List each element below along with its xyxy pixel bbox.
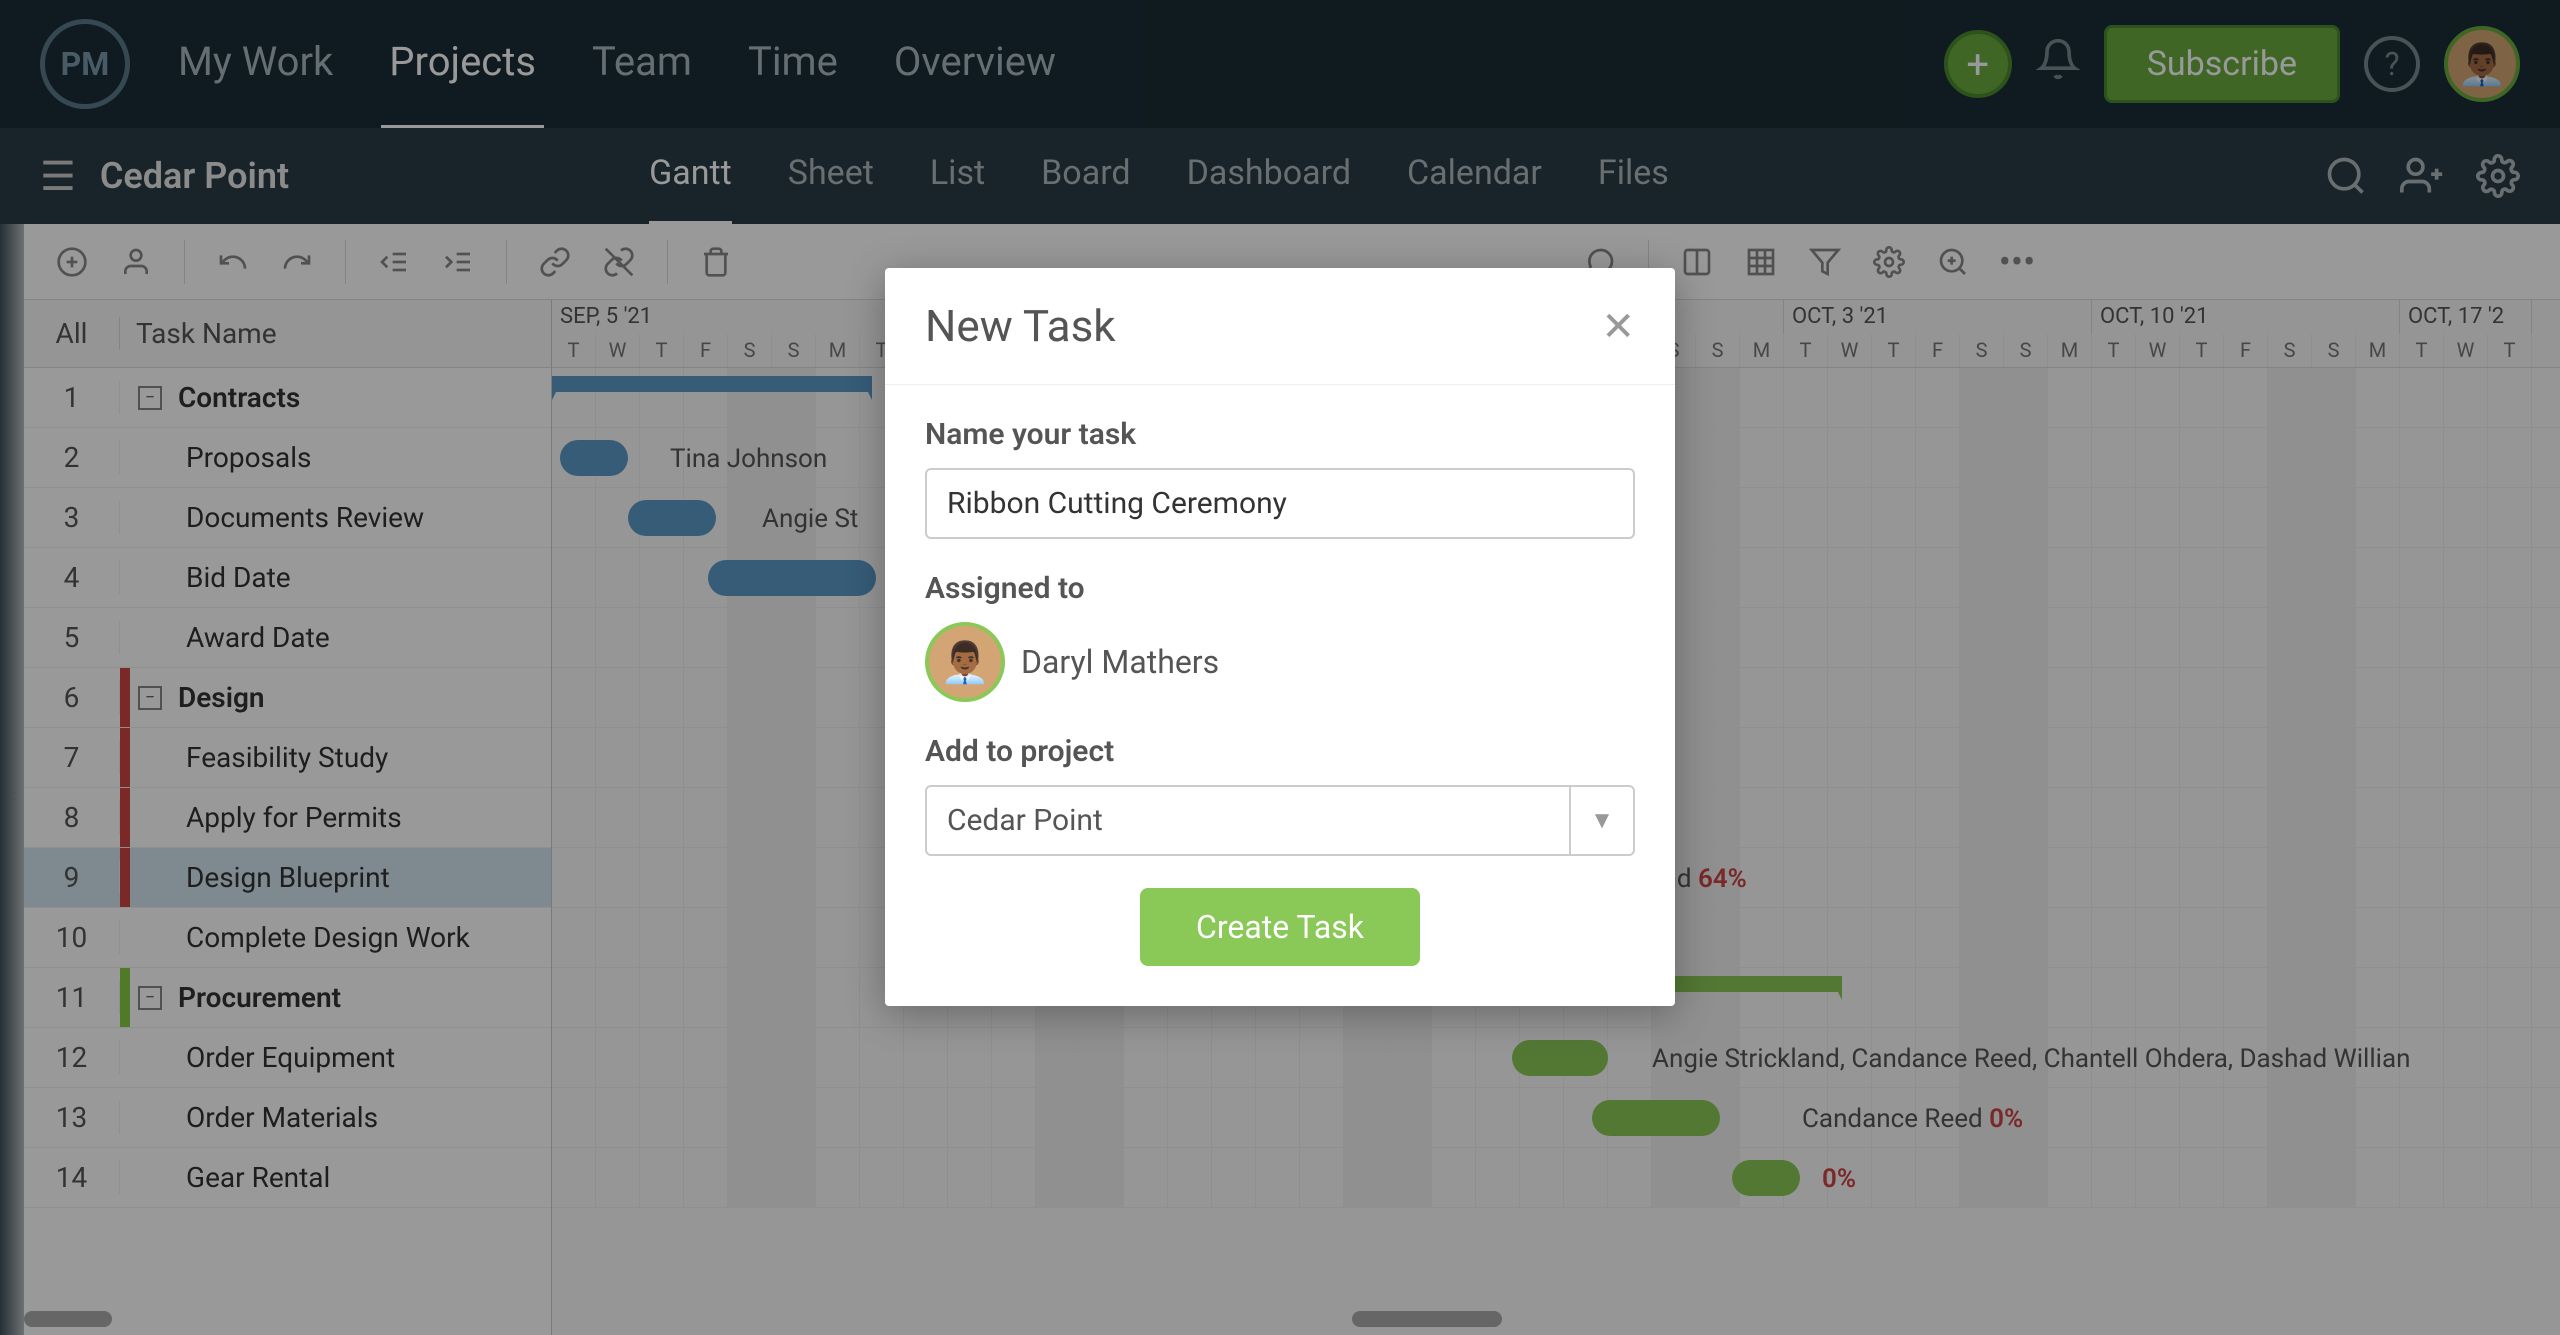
- task-name-label: Name your task: [925, 417, 1635, 452]
- new-task-modal: New Task ✕ Name your task Assigned to 👨🏾…: [885, 268, 1675, 1006]
- assigned-to-label: Assigned to: [925, 571, 1635, 606]
- project-select-value: Cedar Point: [927, 787, 1569, 854]
- modal-backdrop[interactable]: New Task ✕ Name your task Assigned to 👨🏾…: [0, 0, 2560, 1335]
- modal-title: New Task: [925, 300, 1116, 352]
- modal-body: Name your task Assigned to 👨🏾‍💼 Daryl Ma…: [885, 385, 1675, 1006]
- create-task-button[interactable]: Create Task: [1140, 888, 1420, 966]
- chevron-down-icon: ▼: [1569, 787, 1633, 854]
- close-icon[interactable]: ✕: [1601, 303, 1635, 350]
- task-name-input[interactable]: [925, 468, 1635, 539]
- project-label: Add to project: [925, 734, 1635, 769]
- assignee-name: Daryl Mathers: [1021, 643, 1219, 681]
- assignee-row[interactable]: 👨🏾‍💼 Daryl Mathers: [925, 622, 1635, 702]
- project-select[interactable]: Cedar Point ▼: [925, 785, 1635, 856]
- assignee-avatar: 👨🏾‍💼: [925, 622, 1005, 702]
- modal-header: New Task ✕: [885, 268, 1675, 385]
